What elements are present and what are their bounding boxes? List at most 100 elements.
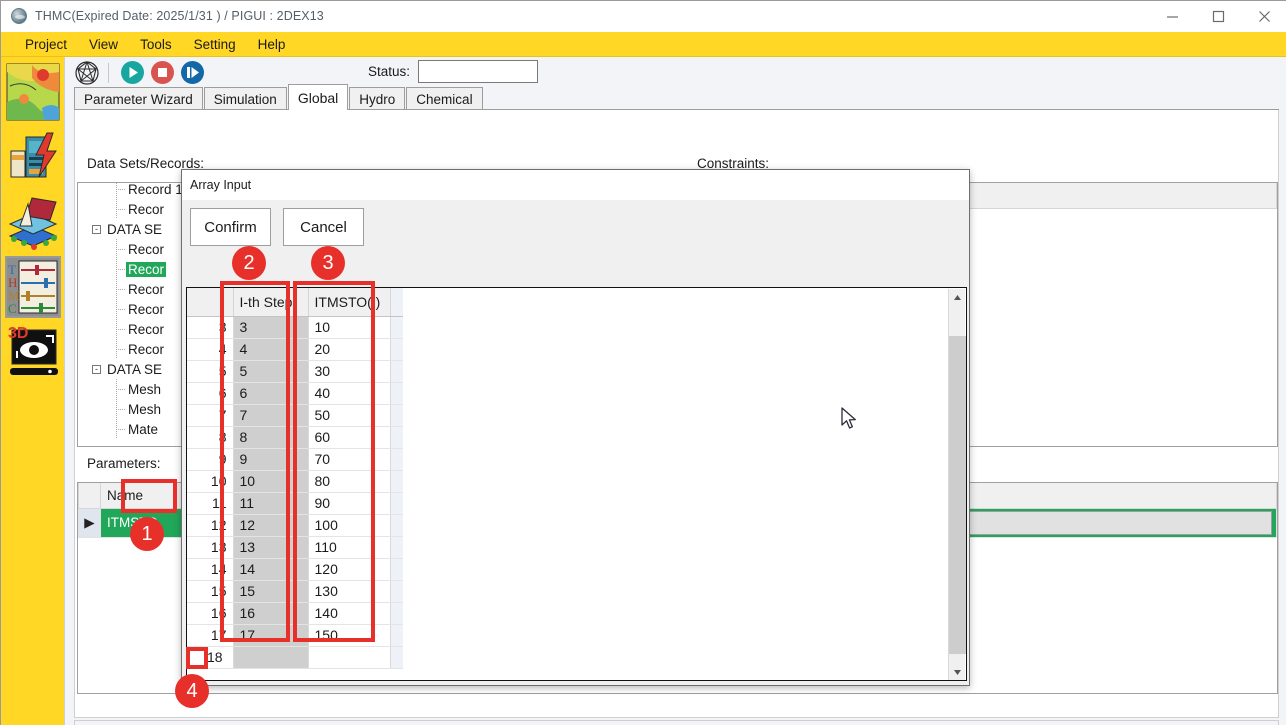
array-row-header[interactable]: 16 [187, 602, 234, 625]
sidebar-item-3d-viewer[interactable]: 3D [6, 322, 60, 382]
menu-item-view[interactable]: View [78, 35, 129, 54]
array-grid-container[interactable]: I-th Step ITMSTO(I) 3 3 10 4 4 20 5 5 30 6 6 40 7 7 50… [186, 287, 967, 681]
close-icon[interactable] [1241, 1, 1286, 32]
menu-item-help[interactable]: Help [247, 35, 297, 54]
array-row-header[interactable]: 5 [187, 360, 234, 383]
array-cell-step[interactable]: 3 [233, 316, 309, 339]
minimize-icon[interactable] [1149, 1, 1195, 32]
tab-chemical[interactable]: Chemical [406, 87, 483, 110]
scrollbar-thumb[interactable] [949, 336, 966, 654]
array-cell-step[interactable]: 17 [233, 624, 309, 647]
array-row-header[interactable]: 12 [187, 514, 234, 537]
array-cell-value[interactable] [308, 646, 391, 669]
array-cell-value[interactable]: 50 [308, 404, 391, 427]
array-cell-step[interactable]: 8 [233, 426, 309, 449]
scroll-up-arrow-icon[interactable] [949, 289, 966, 306]
tree-expander-icon[interactable]: - [92, 364, 101, 374]
array-row-header[interactable]: 6 [187, 382, 234, 405]
array-row-header[interactable]: 13 [187, 536, 234, 559]
menu-item-tools[interactable]: Tools [129, 35, 183, 54]
array-cell-step[interactable]: 6 [233, 382, 309, 405]
menu-item-project[interactable]: Project [14, 35, 78, 54]
array-cell-value[interactable]: 100 [308, 514, 391, 537]
sidebar-item-thmc[interactable]: T H M C [4, 256, 61, 318]
array-row-header[interactable]: 4 [187, 338, 234, 361]
mesh-network-icon[interactable] [74, 60, 100, 86]
array-cell-value[interactable]: 140 [308, 602, 391, 625]
array-cell-value[interactable]: 80 [308, 470, 391, 493]
table-row[interactable]: 4 4 20 [187, 338, 403, 361]
array-row-header[interactable]: 14 [187, 558, 234, 581]
array-cell-value[interactable]: 10 [308, 316, 391, 339]
array-row-header[interactable]: 8 [187, 426, 234, 449]
array-cell-step[interactable]: 5 [233, 360, 309, 383]
table-row[interactable]: 7 7 50 [187, 404, 403, 427]
tree-node-label: Recor [128, 201, 165, 217]
table-row[interactable]: 5 5 30 [187, 360, 403, 383]
run-button[interactable] [117, 60, 147, 86]
sidebar-item-hydro-data[interactable] [6, 127, 60, 187]
array-row-header[interactable]: 7 [187, 404, 234, 427]
array-row-header[interactable]: 17 [187, 624, 234, 647]
array-row-header[interactable]: 10 [187, 470, 234, 493]
confirm-button[interactable]: Confirm [190, 208, 271, 246]
sidebar-item-mesh-3d[interactable] [6, 192, 60, 252]
array-row-header[interactable]: 3 [187, 316, 234, 339]
table-row[interactable]: 13 13 110 [187, 536, 403, 559]
cancel-button[interactable]: Cancel [283, 208, 364, 246]
sidebar-item-map-contour[interactable] [6, 62, 60, 122]
menu-item-setting[interactable]: Setting [183, 35, 247, 54]
table-row[interactable]: 17 17 150 [187, 624, 403, 647]
array-row-header[interactable]: 9 [187, 448, 234, 471]
array-cell-value[interactable]: 60 [308, 426, 391, 449]
tab-global[interactable]: Global [287, 84, 349, 110]
array-cell-step[interactable]: 14 [233, 558, 309, 581]
array-cell-value[interactable]: 130 [308, 580, 391, 603]
array-row-header[interactable]: 15 [187, 580, 234, 603]
table-row[interactable]: 10 10 80 [187, 470, 403, 493]
table-row[interactable]: 12 12 100 [187, 514, 403, 537]
scroll-down-arrow-icon[interactable] [949, 664, 966, 680]
dialog-title: Array Input [190, 178, 252, 192]
array-cell-value[interactable]: 30 [308, 360, 391, 383]
array-cell-step[interactable]: 10 [233, 470, 309, 493]
table-row[interactable]: 8 8 60 [187, 426, 403, 449]
array-cell-step[interactable]: 12 [233, 514, 309, 537]
table-row[interactable]: 11 11 90 [187, 492, 403, 515]
table-row[interactable]: 14 14 120 [187, 558, 403, 581]
status-input[interactable] [418, 60, 539, 83]
table-row[interactable]: 3 3 10 [187, 316, 403, 339]
maximize-icon[interactable] [1195, 1, 1241, 32]
tab-hydro[interactable]: Hydro [349, 87, 406, 110]
array-cell-value[interactable]: 40 [308, 382, 391, 405]
array-cell-step[interactable]: 4 [233, 338, 309, 361]
table-row[interactable]: 6 6 40 [187, 382, 403, 405]
tree-expander-icon[interactable]: - [92, 224, 101, 234]
array-cell-step[interactable]: 15 [233, 580, 309, 603]
array-cell-value[interactable]: 150 [308, 624, 391, 647]
array-cell-step[interactable]: 7 [233, 404, 309, 427]
table-row[interactable]: 15 15 130 [187, 580, 403, 603]
step-forward-button[interactable] [177, 60, 207, 86]
stop-button[interactable] [147, 60, 177, 86]
array-cell-value[interactable]: 20 [308, 338, 391, 361]
row-selector-arrow[interactable]: ▶ [78, 507, 101, 538]
array-grid-new-row[interactable]: 18 [187, 646, 403, 669]
array-cell-step[interactable]: 13 [233, 536, 309, 559]
array-row-header[interactable]: 11 [187, 492, 234, 515]
tab-parameter-wizard[interactable]: Parameter Wizard [74, 87, 203, 110]
tab-simulation[interactable]: Simulation [203, 87, 287, 110]
table-row[interactable]: 16 16 140 [187, 602, 403, 625]
table-row[interactable]: 9 9 70 [187, 448, 403, 471]
array-row-header[interactable]: 18 [187, 646, 234, 669]
array-grid-scrollbar[interactable] [948, 289, 966, 680]
array-cell-value[interactable]: 70 [308, 448, 391, 471]
array-cell-step[interactable]: 16 [233, 602, 309, 625]
array-cell-value[interactable]: 110 [308, 536, 391, 559]
array-cell-value[interactable]: 120 [308, 558, 391, 581]
array-cell-step[interactable]: 11 [233, 492, 309, 515]
array-cell-step[interactable]: 9 [233, 448, 309, 471]
array-cell-step[interactable] [233, 646, 309, 669]
mesh-3d-layers-icon [8, 197, 57, 250]
array-cell-value[interactable]: 90 [308, 492, 391, 515]
